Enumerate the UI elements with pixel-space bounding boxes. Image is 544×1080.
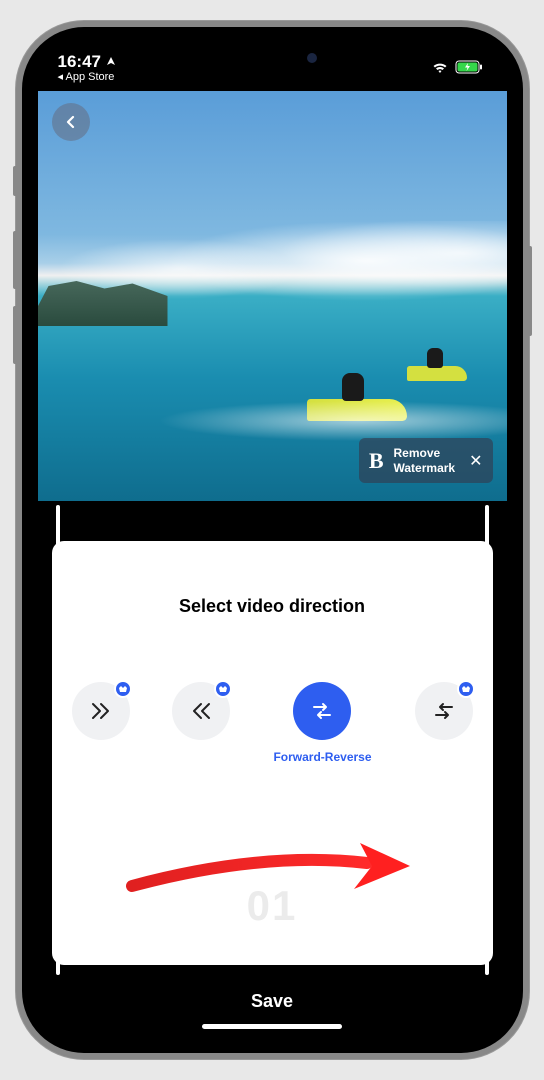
option-reverse-forward[interactable] [415,682,473,765]
option-label: Forward-Reverse [273,750,371,765]
premium-badge-icon [214,680,232,698]
forward-icon [88,698,114,724]
battery-charging-icon [455,60,483,74]
back-to-app[interactable]: ◂ App Store [58,70,117,83]
watermark-line1: Remove [394,446,456,460]
volume-up [13,231,17,289]
home-indicator[interactable] [202,1024,342,1029]
screen: 16:47 ◂ App Store [38,43,507,1037]
page-number: 01 [247,882,298,930]
option-forward-reverse[interactable]: Forward-Reverse [273,682,371,765]
location-icon [105,56,117,68]
remove-watermark-badge[interactable]: B Remove Watermark ✕ [359,438,493,483]
volume-down [13,306,17,364]
back-button[interactable] [52,103,90,141]
option-forward[interactable] [72,682,130,765]
power-button [528,246,532,336]
status-time: 16:47 [58,52,101,72]
close-icon[interactable]: ✕ [469,451,482,471]
video-preview[interactable]: B Remove Watermark ✕ 00:02.533 [38,91,507,501]
direction-options: Forward-Reverse [70,682,475,765]
reverse-forward-icon [430,697,458,725]
controls-panel: Select video direction [52,541,493,965]
panel-title: Select video direction [179,596,365,617]
reverse-icon [188,698,214,724]
left-rail [56,505,60,975]
app-logo-b: B [369,448,384,474]
option-reverse[interactable] [172,682,230,765]
premium-badge-icon [114,680,132,698]
mute-switch [13,166,17,196]
watermark-line2: Watermark [394,461,456,475]
forward-reverse-icon [308,697,336,725]
wifi-icon [431,61,449,74]
chevron-left-icon [64,115,78,129]
premium-badge-icon [457,680,475,698]
notch [172,43,372,71]
phone-frame: 16:47 ◂ App Store [16,21,529,1059]
right-rail [485,505,489,975]
